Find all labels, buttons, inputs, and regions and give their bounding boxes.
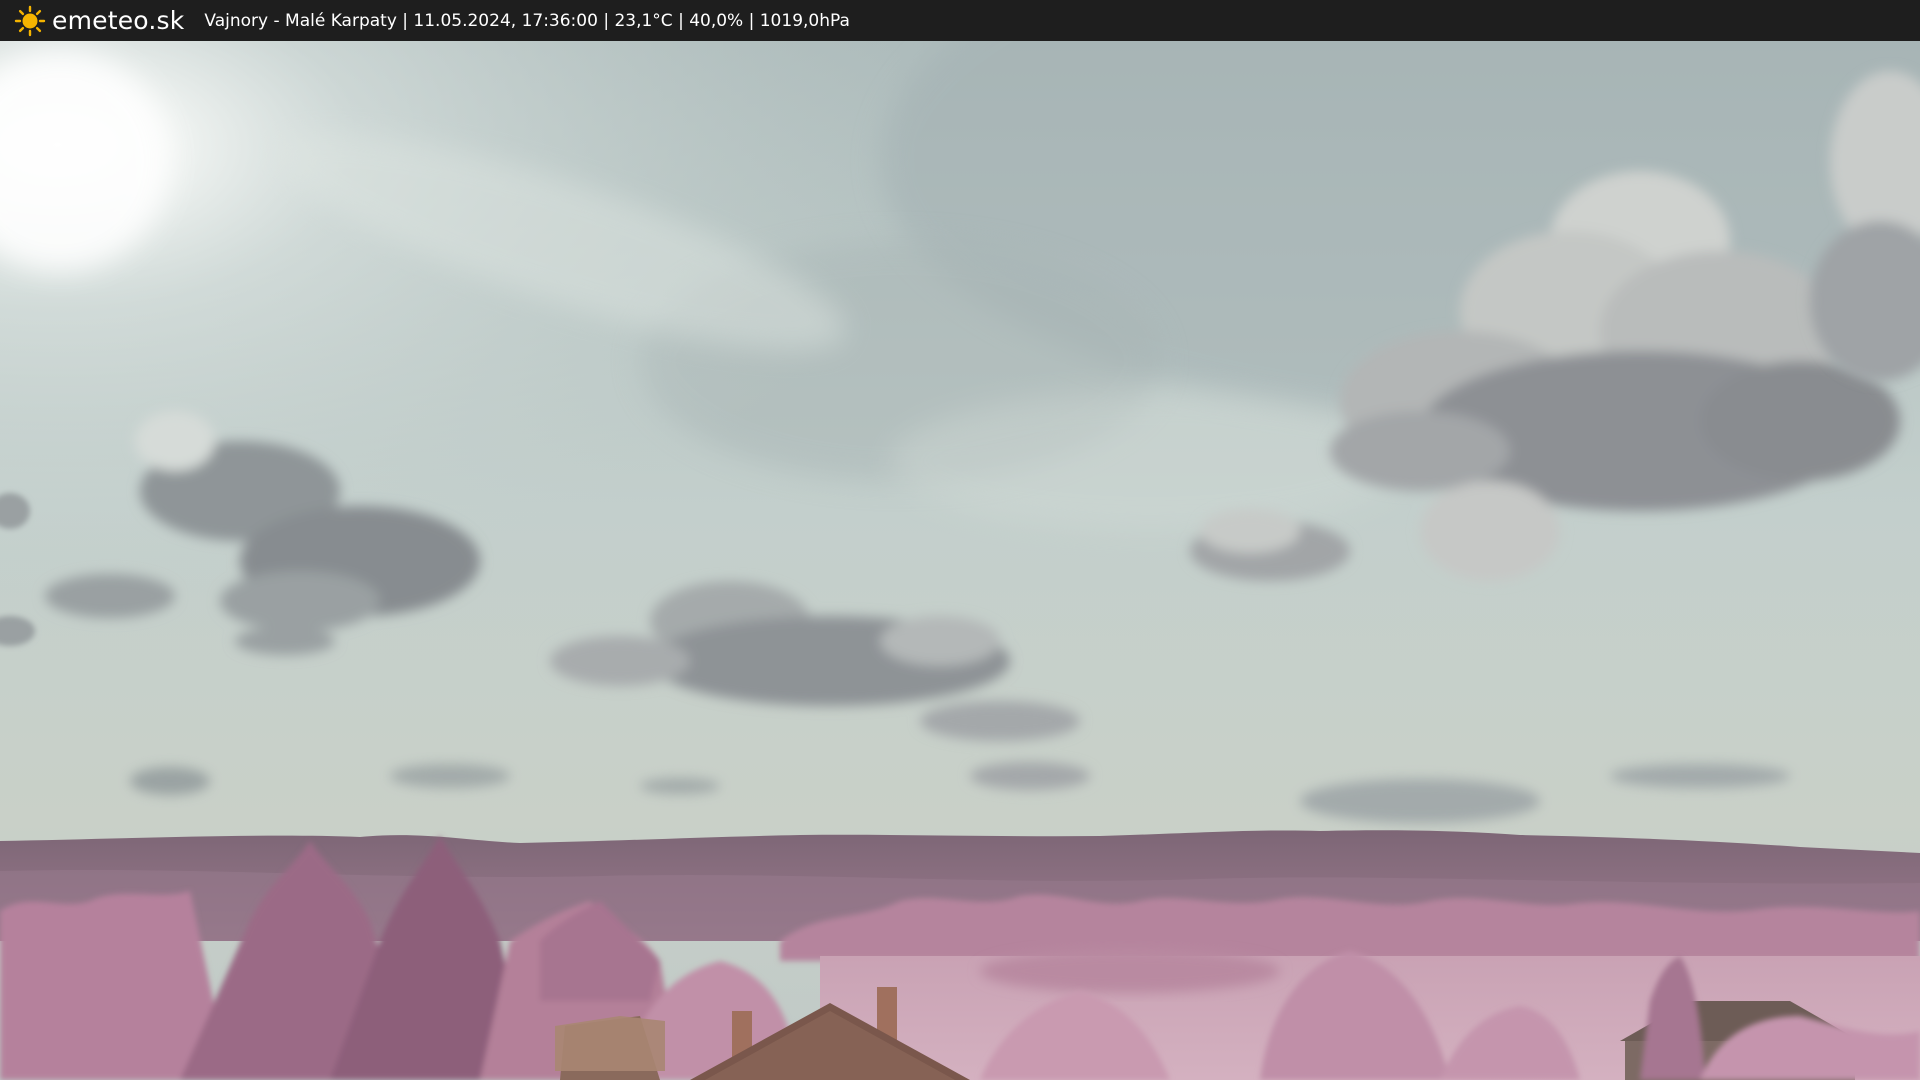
- brand-name: emeteo.sk: [52, 6, 185, 35]
- sun-icon: [14, 5, 46, 36]
- webcam-frame: emeteo.sk Vajnory - Malé Karpaty | 11.05…: [0, 0, 1920, 1080]
- logo[interactable]: emeteo.sk: [14, 0, 184, 41]
- weather-caption: Vajnory - Malé Karpaty | 11.05.2024, 17:…: [204, 10, 850, 31]
- webcam-image: [0, 41, 1920, 1080]
- top-bar: emeteo.sk Vajnory - Malé Karpaty | 11.05…: [0, 0, 1920, 41]
